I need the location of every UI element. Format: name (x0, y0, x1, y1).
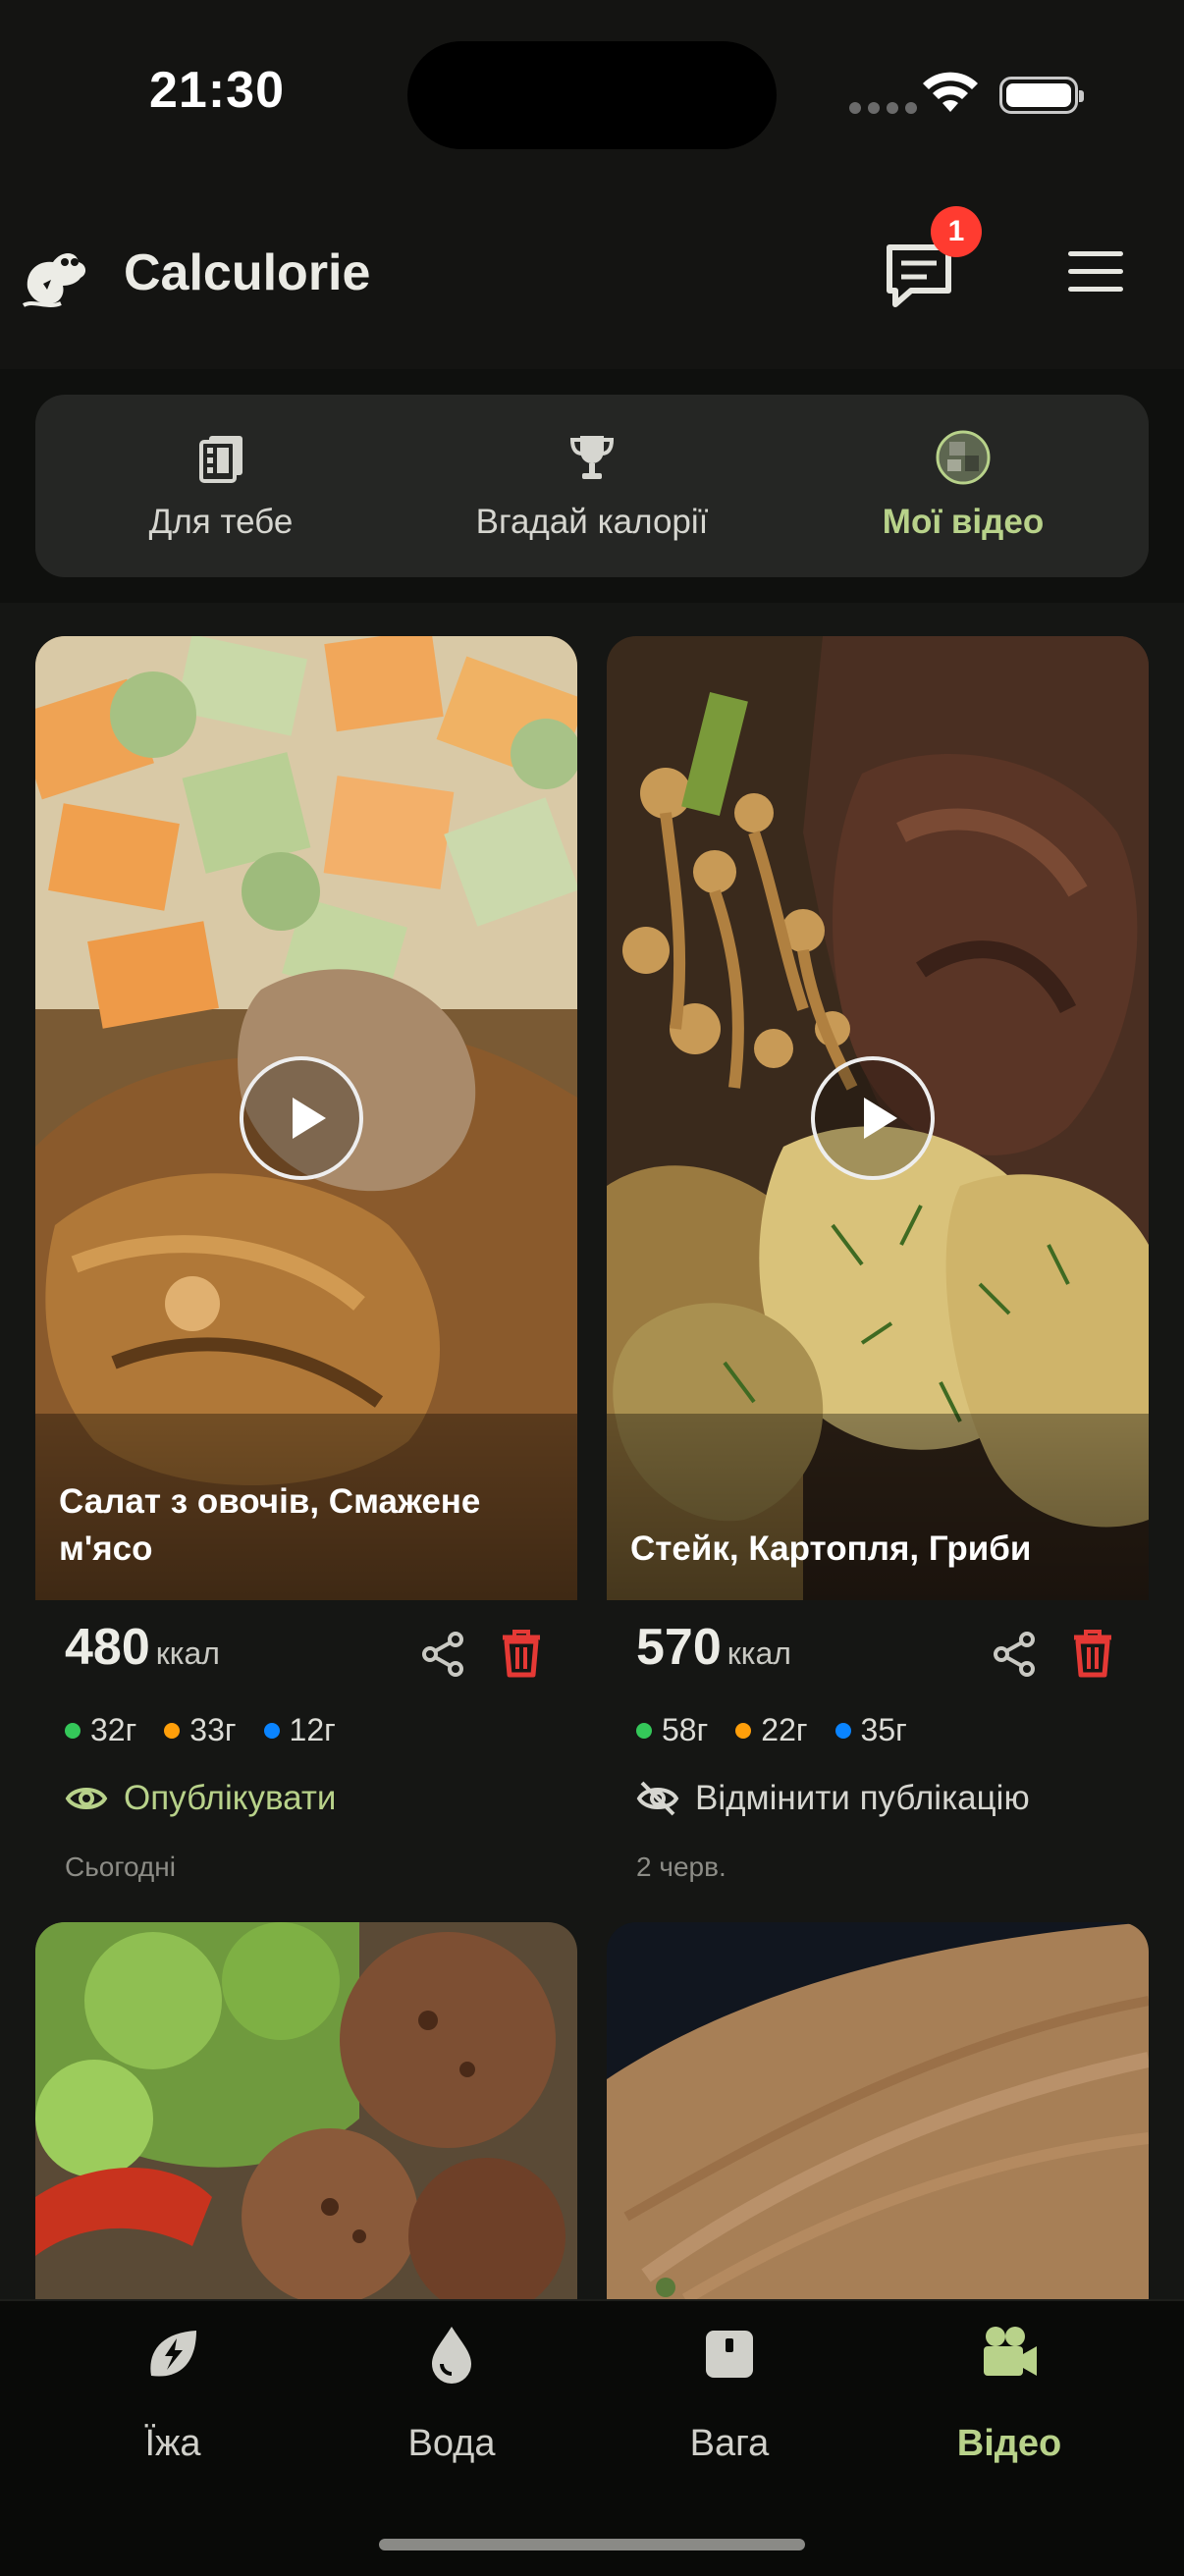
tab-for-you[interactable]: Для тебе (35, 395, 406, 577)
fat-macro: 22г (735, 1712, 808, 1748)
calories-value: 480 ккал (65, 1618, 220, 1677)
play-button[interactable] (240, 1056, 363, 1180)
macros-row: 58г 22г 35г (636, 1712, 907, 1748)
battery-icon (999, 77, 1084, 114)
eye-icon (65, 1788, 108, 1809)
fat-value: 22г (761, 1712, 808, 1747)
publish-label: Опублікувати (124, 1779, 337, 1817)
bottom-navigation: Їжа Вода Вага Відео (0, 2299, 1184, 2576)
video-card[interactable]: Стейк, Картопля, Гриби 570ккал 58г 22г (607, 636, 1149, 1895)
avatar-icon (936, 430, 991, 485)
video-card[interactable] (35, 1922, 577, 2299)
app-title: Calculorie (124, 244, 371, 301)
home-indicator[interactable] (379, 2539, 805, 2550)
carbs-dot (834, 1722, 851, 1739)
eye-slash-icon (636, 1781, 679, 1816)
fat-value: 33г (189, 1712, 237, 1747)
video-camera-icon (984, 2327, 1037, 2376)
carbs-value: 35г (860, 1712, 907, 1747)
food-photo (607, 1922, 1149, 2299)
app-header: Calculorie 1 (0, 187, 1184, 369)
video-thumbnail[interactable]: Салат з овочів, Смажене м'ясо (35, 636, 577, 1600)
video-caption: Стейк, Картопля, Гриби (630, 1530, 1032, 1568)
fat-dot (735, 1722, 752, 1739)
unpublish-button[interactable]: Відмінити публікацію (636, 1777, 1030, 1820)
unpublish-label: Відмінити публікацію (695, 1779, 1030, 1817)
share-icon[interactable] (990, 1630, 1039, 1679)
protein-value: 58г (662, 1712, 709, 1747)
food-photo (35, 1922, 577, 2299)
calories-value: 570 ккал (636, 1618, 791, 1677)
video-grid: Салат з овочів, Смажене м'ясо 480 ккал 32… (0, 603, 1184, 2299)
publish-button[interactable]: Опублікувати (65, 1777, 336, 1820)
tab-guess-calories[interactable]: Вгадай калорії (406, 395, 778, 577)
carbs-dot (263, 1722, 280, 1739)
protein-dot (636, 1722, 652, 1739)
video-thumbnail[interactable] (607, 1922, 1149, 2299)
status-time: 21:30 (149, 62, 285, 119)
video-info: 570 ккал 58г 22г 35г Відмінити публікаці… (607, 1600, 1149, 1895)
calories-unit: ккал (727, 1636, 791, 1671)
tab-label: Мої відео (882, 503, 1045, 541)
leaf-bolt-icon (150, 2331, 196, 2377)
notification-badge: 1 (931, 206, 982, 257)
video-thumbnail[interactable] (35, 1922, 577, 2299)
tab-my-videos[interactable]: Мої відео (778, 395, 1149, 577)
nav-label: Їжа (144, 2423, 201, 2464)
nav-label: Відео (956, 2423, 1062, 2464)
top-tabs-container: Для тебе Вгадай калорії Мої відео (0, 369, 1184, 603)
dynamic-island (407, 41, 777, 149)
nav-label: Вода (407, 2423, 496, 2464)
protein-macro: 58г (636, 1712, 708, 1748)
nav-label: Вага (689, 2423, 770, 2464)
carbs-macro: 35г (834, 1712, 907, 1748)
video-caption: Салат з овочів, Смажене м'ясо (59, 1482, 481, 1568)
tab-label: Вгадай калорії (475, 503, 709, 541)
trophy-icon (569, 436, 615, 479)
tab-label: Для тебе (148, 503, 294, 541)
video-date: Сьогодні (65, 1852, 176, 1882)
fat-macro: 33г (164, 1712, 237, 1748)
water-drop-icon (432, 2327, 471, 2384)
calories-number: 570 (636, 1619, 722, 1676)
film-stack-icon (199, 436, 242, 483)
share-icon[interactable] (418, 1630, 467, 1679)
scale-icon (706, 2331, 753, 2378)
calories-unit: ккал (155, 1636, 220, 1671)
video-card[interactable]: Салат з овочів, Смажене м'ясо 480 ккал 32… (35, 636, 577, 1895)
video-info: 480 ккал 32г 33г 12г Опублікувати Сьогод… (35, 1600, 577, 1895)
status-bar: 21:30 (0, 0, 1184, 187)
video-card[interactable] (607, 1922, 1149, 2299)
calories-number: 480 (65, 1619, 150, 1676)
trash-icon[interactable] (1070, 1628, 1115, 1679)
protein-macro: 32г (65, 1712, 136, 1748)
video-thumbnail[interactable]: Стейк, Картопля, Гриби (607, 636, 1149, 1600)
fat-dot (164, 1722, 181, 1739)
hamburger-menu-icon[interactable] (1068, 251, 1123, 295)
play-button[interactable] (811, 1056, 935, 1180)
top-tabs: Для тебе Вгадай калорії Мої відео (35, 395, 1149, 577)
crocodile-logo-icon[interactable] (18, 241, 92, 315)
macros-row: 32г 33г 12г (65, 1712, 336, 1748)
protein-dot (65, 1722, 81, 1739)
cellular-signal-icon (849, 102, 917, 114)
wifi-icon (923, 72, 978, 112)
trash-icon[interactable] (499, 1628, 544, 1679)
carbs-macro: 12г (263, 1712, 336, 1748)
video-date: 2 черв. (636, 1852, 727, 1882)
protein-value: 32г (90, 1712, 137, 1747)
carbs-value: 12г (289, 1712, 336, 1747)
